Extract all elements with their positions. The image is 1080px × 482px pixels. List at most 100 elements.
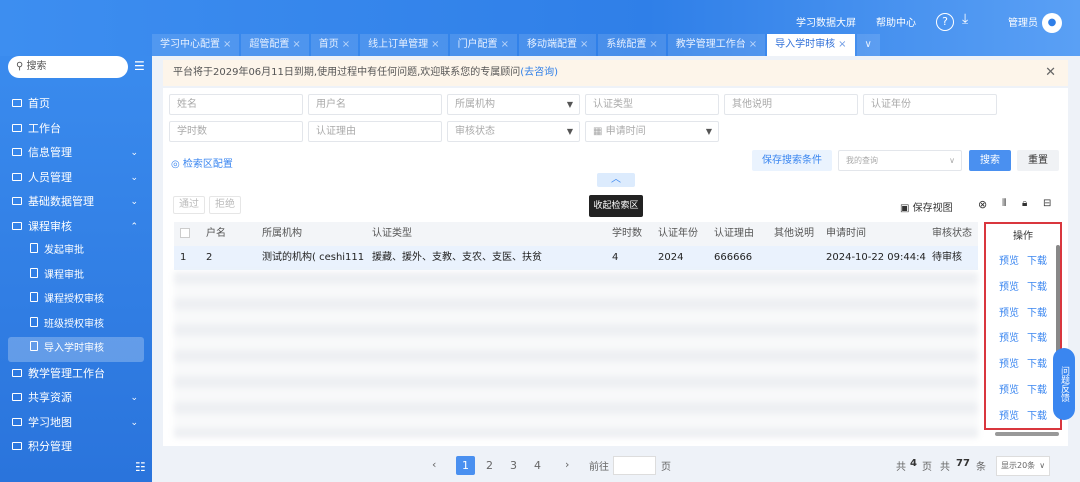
column-header[interactable]: 户名 (200, 222, 256, 246)
preview-link[interactable]: 预览 (999, 385, 1019, 396)
close-icon[interactable]: × (223, 39, 231, 50)
goto-page-input[interactable] (613, 456, 656, 475)
download-link[interactable]: 下载 (1027, 282, 1047, 293)
tab-0[interactable]: 学习中心配置 × (152, 34, 240, 56)
sidebar-item-0[interactable]: 首页 (0, 92, 152, 117)
column-header[interactable] (174, 222, 200, 246)
sidebar-item-6[interactable]: 发起审批 (0, 239, 152, 264)
tab-4[interactable]: 门户配置 × (449, 34, 517, 56)
help-icon[interactable]: ? (936, 13, 954, 31)
reason-input[interactable]: 认证理由 (308, 121, 442, 142)
column-header[interactable]: 认证类型 (366, 222, 606, 246)
download-icon[interactable]: ⤓ (962, 11, 968, 27)
preview-link[interactable]: 预览 (999, 333, 1019, 344)
consult-link[interactable]: (去咨询) (520, 67, 558, 78)
close-icon[interactable]: × (749, 39, 757, 50)
column-header[interactable]: 认证理由 (708, 222, 768, 246)
lock-icon[interactable]: 🔒︎ (1022, 198, 1027, 209)
sidebar-item-11[interactable]: 教学管理工作台 (0, 362, 152, 387)
tab-7[interactable]: 教学管理工作台 × (667, 34, 766, 56)
column-header[interactable]: 审核状态 (926, 222, 974, 246)
sidebar-item-10[interactable]: 导入学时审核 (8, 337, 144, 362)
close-icon[interactable]: × (838, 39, 846, 50)
tab-1[interactable]: 超管配置 × (241, 34, 309, 56)
column-header[interactable]: 学时数 (606, 222, 652, 246)
prev-page-button[interactable]: ‹ (432, 458, 436, 471)
close-icon[interactable]: × (649, 39, 657, 50)
download-link[interactable]: 下载 (1027, 359, 1047, 370)
save-view-button[interactable]: ▣ 保存视图 (900, 199, 953, 214)
reject-button[interactable]: 拒绝 (209, 196, 241, 214)
columns-icon[interactable]: ⦀ (1002, 198, 1006, 209)
search-config-link[interactable]: ◎ 检索区配置 (171, 155, 233, 170)
username-input[interactable]: 用户名 (308, 94, 442, 115)
column-header[interactable]: 其他说明 (768, 222, 820, 246)
sidebar-item-7[interactable]: 课程审批 (0, 264, 152, 289)
vertical-scrollbar[interactable] (1056, 245, 1060, 365)
download-link[interactable]: 下载 (1027, 256, 1047, 267)
menu-icon[interactable]: ☷ (135, 460, 146, 474)
cert-type-input[interactable]: 认证类型 (585, 94, 719, 115)
tab-overflow-chevron-icon[interactable]: ∨ (856, 34, 880, 56)
preview-link[interactable]: 预览 (999, 308, 1019, 319)
download-link[interactable]: 下载 (1027, 333, 1047, 344)
tab-8[interactable]: 导入学时审核 × (767, 34, 855, 56)
collapse-sidebar-icon[interactable]: ☰ (134, 59, 145, 73)
next-page-button[interactable]: › (565, 458, 569, 471)
sidebar-item-14[interactable]: 积分管理 (0, 435, 152, 460)
column-header[interactable]: 认证年份 (652, 222, 708, 246)
preview-link[interactable]: 预览 (999, 411, 1019, 422)
feedback-float-button[interactable]: 问题反馈 (1053, 348, 1075, 420)
other-input[interactable]: 其他说明 (724, 94, 858, 115)
save-search-button[interactable]: 保存搜索条件 (752, 150, 832, 171)
sidebar-item-3[interactable]: 人员管理 ⌄ (0, 166, 152, 191)
my-query-select[interactable]: 我的查询 ∨ (838, 150, 962, 171)
sidebar-item-12[interactable]: 共享资源 ⌄ (0, 386, 152, 411)
page-3[interactable]: 3 (504, 456, 523, 475)
select-all-checkbox[interactable] (180, 228, 190, 238)
close-icon[interactable]: × (501, 39, 509, 50)
name-input[interactable]: 姓名 (169, 94, 303, 115)
fullscreen-icon[interactable]: ⊟ (1043, 198, 1051, 209)
status-select[interactable]: 审核状态 ▼ (447, 121, 580, 142)
page-4[interactable]: 4 (528, 456, 547, 475)
close-icon[interactable]: × (431, 39, 439, 50)
org-select[interactable]: 所属机构 ▼ (447, 94, 580, 115)
collapse-search-button[interactable]: ︿ (597, 173, 635, 187)
close-icon[interactable]: × (342, 39, 350, 50)
reset-button[interactable]: 重置 (1017, 150, 1059, 171)
download-link[interactable]: 下载 (1027, 411, 1047, 422)
download-link[interactable]: 下载 (1027, 308, 1047, 319)
cert-year-input[interactable]: 认证年份 (863, 94, 997, 115)
tab-5[interactable]: 移动端配置 × (518, 34, 597, 56)
user-name[interactable]: 管理员 (1008, 14, 1038, 29)
column-header[interactable]: 所属机构 (256, 222, 366, 246)
sidebar-item-9[interactable]: 班级授权审核 (0, 313, 152, 338)
tab-2[interactable]: 首页 × (310, 34, 359, 56)
table-row[interactable]: 1 2 测试的机构( ceshi111 ) 援藏、援外、支教、支农、支医、扶贫 4 202… (174, 246, 978, 270)
preview-link[interactable]: 预览 (999, 256, 1019, 267)
help-center-link[interactable]: 帮助中心 (876, 14, 916, 29)
data-screen-link[interactable]: 学习数据大屏 (796, 14, 856, 29)
download-link[interactable]: 下载 (1027, 385, 1047, 396)
sidebar-item-5[interactable]: 课程审核 ⌃ (0, 215, 152, 240)
approve-button[interactable]: 通过 (173, 196, 205, 214)
horizontal-scrollbar[interactable] (995, 432, 1059, 436)
tab-3[interactable]: 线上订单管理 × (360, 34, 448, 56)
close-icon[interactable]: ✕ (1045, 60, 1056, 86)
sidebar-item-4[interactable]: 基础数据管理 ⌄ (0, 190, 152, 215)
column-header[interactable]: 申请时间 (820, 222, 926, 246)
page-2[interactable]: 2 (480, 456, 499, 475)
sidebar-item-13[interactable]: 学习地图 ⌄ (0, 411, 152, 436)
sidebar-search[interactable]: ⚲ 搜索 (8, 56, 128, 78)
apply-time-picker[interactable]: ▦ 申请时间 ▼ (585, 121, 719, 142)
tab-6[interactable]: 系统配置 × (598, 34, 666, 56)
page-1[interactable]: 1 (456, 456, 475, 475)
preview-link[interactable]: 预览 (999, 282, 1019, 293)
settings-icon[interactable]: ⊗ (978, 198, 987, 211)
sidebar-item-2[interactable]: 信息管理 ⌄ (0, 141, 152, 166)
preview-link[interactable]: 预览 (999, 359, 1019, 370)
hours-input[interactable]: 学时数 (169, 121, 303, 142)
close-icon[interactable]: × (292, 39, 300, 50)
sidebar-item-1[interactable]: 工作台 (0, 117, 152, 142)
